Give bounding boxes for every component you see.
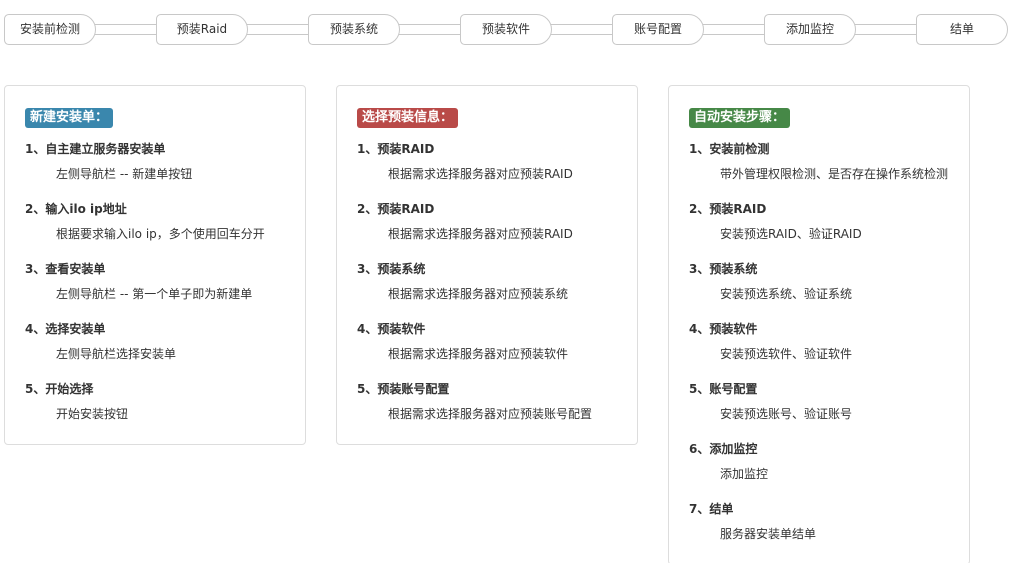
step-account-config[interactable]: 账号配置: [612, 14, 704, 45]
step-add-monitoring[interactable]: 添加监控: [764, 14, 856, 45]
item-title: 5、预装账号配置: [357, 382, 450, 396]
item-description: 根据需求选择服务器对应预装账号配置: [388, 407, 593, 421]
item-description: 根据需求选择服务器对应预装系统: [388, 287, 569, 301]
panel-title-badge: 自动安装步骤：: [689, 108, 791, 128]
item-title: 1、自主建立服务器安装单: [25, 142, 166, 156]
item-description: 左侧导航栏 -- 新建单按钮: [56, 167, 193, 181]
step-pre-install-check[interactable]: 安装前检测: [4, 14, 96, 45]
item-title: 7、结单: [689, 502, 734, 516]
list-item: 1、自主建立服务器安装单 左侧导航栏 -- 新建单按钮: [25, 141, 285, 182]
item-title: 2、输入ilo ip地址: [25, 202, 127, 216]
panel-title-badge: 选择预装信息：: [357, 108, 459, 128]
panel-auto-install-steps: 自动安装步骤： 1、安装前检测 带外管理权限检测、是否存在操作系统检测 2、预装…: [668, 85, 970, 563]
item-title: 6、添加监控: [689, 442, 758, 456]
item-description: 安装预选RAID、验证RAID: [720, 227, 862, 241]
list-item: 1、安装前检测 带外管理权限检测、是否存在操作系统检测: [689, 141, 949, 182]
item-title: 3、预装系统: [689, 262, 758, 276]
step-wizard: 安装前检测 预装Raid 预装系统 预装软件 账号配置 添加监控 结单: [4, 14, 1008, 45]
item-title: 1、安装前检测: [689, 142, 770, 156]
item-description: 根据需求选择服务器对应预装软件: [388, 347, 569, 361]
item-description: 添加监控: [720, 467, 769, 481]
item-title: 3、查看安装单: [25, 262, 106, 276]
item-description: 安装预选账号、验证账号: [720, 407, 853, 421]
item-description: 根据需求选择服务器对应预装RAID: [388, 167, 573, 181]
step-close-order[interactable]: 结单: [916, 14, 1008, 45]
item-title: 1、预装RAID: [357, 142, 435, 156]
item-description: 左侧导航栏选择安装单: [56, 347, 177, 361]
list-item: 5、开始选择 开始安装按钮: [25, 381, 285, 422]
item-title: 5、开始选择: [25, 382, 94, 396]
list-item: 3、预装系统 根据需求选择服务器对应预装系统: [357, 261, 617, 302]
list-item: 4、预装软件 根据需求选择服务器对应预装软件: [357, 321, 617, 362]
panel-select-preinstall-info: 选择预装信息： 1、预装RAID 根据需求选择服务器对应预装RAID 2、预装R…: [336, 85, 638, 445]
list-item: 5、预装账号配置 根据需求选择服务器对应预装账号配置: [357, 381, 617, 422]
item-description: 带外管理权限检测、是否存在操作系统检测: [720, 167, 949, 181]
item-description: 根据要求输入ilo ip，多个使用回车分开: [56, 227, 265, 241]
item-description: 安装预选系统、验证系统: [720, 287, 853, 301]
list-item: 6、添加监控 添加监控: [689, 441, 949, 482]
list-item: 2、输入ilo ip地址 根据要求输入ilo ip，多个使用回车分开: [25, 201, 285, 242]
panel-new-install-order: 新建安装单： 1、自主建立服务器安装单 左侧导航栏 -- 新建单按钮 2、输入i…: [4, 85, 306, 445]
item-description: 服务器安装单结单: [720, 527, 817, 541]
list-item: 2、预装RAID 安装预选RAID、验证RAID: [689, 201, 949, 242]
item-description: 根据需求选择服务器对应预装RAID: [388, 227, 573, 241]
list-item: 3、预装系统 安装预选系统、验证系统: [689, 261, 949, 302]
item-title: 4、预装软件: [357, 322, 426, 336]
list-item: 5、账号配置 安装预选账号、验证账号: [689, 381, 949, 422]
item-title: 4、预装软件: [689, 322, 758, 336]
item-description: 左侧导航栏 -- 第一个单子即为新建单: [56, 287, 253, 301]
step-preinstall-raid[interactable]: 预装Raid: [156, 14, 248, 45]
list-item: 1、预装RAID 根据需求选择服务器对应预装RAID: [357, 141, 617, 182]
list-item: 4、预装软件 安装预选软件、验证软件: [689, 321, 949, 362]
item-description: 开始安装按钮: [56, 407, 129, 421]
list-item: 2、预装RAID 根据需求选择服务器对应预装RAID: [357, 201, 617, 242]
item-title: 2、预装RAID: [357, 202, 435, 216]
list-item: 7、结单 服务器安装单结单: [689, 501, 949, 542]
item-title: 5、账号配置: [689, 382, 758, 396]
list-item: 4、选择安装单 左侧导航栏选择安装单: [25, 321, 285, 362]
item-title: 4、选择安装单: [25, 322, 106, 336]
list-item: 3、查看安装单 左侧导航栏 -- 第一个单子即为新建单: [25, 261, 285, 302]
item-title: 2、预装RAID: [689, 202, 767, 216]
panel-title-badge: 新建安装单：: [25, 108, 114, 128]
step-preinstall-system[interactable]: 预装系统: [308, 14, 400, 45]
item-description: 安装预选软件、验证软件: [720, 347, 853, 361]
item-title: 3、预装系统: [357, 262, 426, 276]
step-preinstall-software[interactable]: 预装软件: [460, 14, 552, 45]
